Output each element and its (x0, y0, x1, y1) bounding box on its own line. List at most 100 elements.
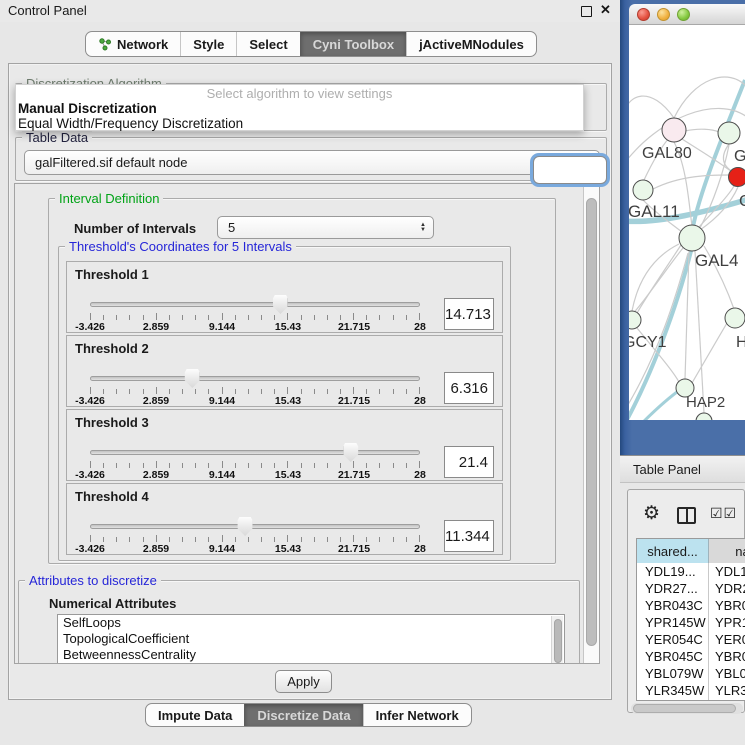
node-gal11[interactable] (633, 180, 653, 200)
slider-thumb[interactable] (273, 295, 288, 314)
threshold-2-slider[interactable]: -3.4262.8599.14415.4321.71528 (90, 364, 420, 406)
tab-infer-network[interactable]: Infer Network (363, 704, 471, 726)
table-row[interactable]: YBL079WYBL0 (637, 665, 745, 682)
tab-network[interactable]: Network (86, 32, 180, 56)
zoom-traffic-light[interactable] (677, 8, 690, 21)
column-header-name[interactable]: na (709, 539, 745, 563)
list-scrollbar[interactable] (551, 616, 563, 664)
slider-thumb[interactable] (238, 517, 253, 536)
slider-ticks (90, 461, 420, 468)
slider-thumb[interactable] (343, 443, 358, 462)
dropdown-item-equal-width-frequency[interactable]: Equal Width/Frequency Discretization (16, 116, 583, 131)
close-icon[interactable]: ✕ (600, 2, 611, 18)
minimize-traffic-light[interactable] (657, 8, 670, 21)
table-horizontal-scrollbar[interactable] (631, 703, 743, 714)
tab-jactivemnodules[interactable]: jActiveMNodules (406, 32, 536, 56)
slider-ticks (90, 313, 420, 320)
combobox-value: galFiltered.sif default node (35, 155, 187, 170)
node-label: GCY1 (629, 334, 667, 351)
node-h[interactable] (725, 308, 745, 328)
column-header-shared-name[interactable]: shared... (637, 539, 709, 563)
slider-track[interactable] (90, 450, 420, 455)
scrollbar-thumb[interactable] (554, 619, 562, 663)
table-header-row: shared... na (637, 539, 745, 563)
column-checkboxes-icon[interactable]: ☑☑ (710, 505, 737, 522)
table-row[interactable]: YIL052CYIL0 (637, 699, 745, 701)
network-canvas[interactable]: GAL80 GA C GAL11 GAL4 GCY1 H HAP2 (629, 25, 745, 420)
table-row[interactable]: YDR27...YDR2 (637, 580, 745, 597)
gear-icon[interactable]: ⚙ (643, 504, 660, 524)
tab-label: Impute Data (158, 708, 232, 723)
dropdown-item-manual-discretization[interactable]: Manual Discretization (16, 101, 583, 116)
slider-thumb[interactable] (185, 369, 200, 388)
numerical-attributes-label: Numerical Attributes (49, 596, 176, 611)
node-ga[interactable] (718, 122, 740, 144)
table-row[interactable]: YER054CYER0 (637, 631, 745, 648)
tab-label: Discretize Data (257, 708, 350, 723)
table-row[interactable]: YLR345WYLR3 (637, 682, 745, 699)
threshold-value-field[interactable]: 6.316 (444, 372, 494, 404)
node-selected-red[interactable] (729, 168, 745, 187)
tab-cyni-toolbox[interactable]: Cyni Toolbox (300, 32, 406, 56)
pane-scrollbar[interactable] (583, 184, 599, 663)
table-panel: ⚙ ☑☑ shared... na YDL19...YDL1YDR27...YD… (627, 489, 745, 713)
slider-ticks (90, 387, 420, 394)
table-row[interactable]: YBR043CYBR0 (637, 597, 745, 614)
scrollbar-thumb[interactable] (586, 198, 597, 646)
algorithm-combobox[interactable] (533, 156, 607, 184)
tab-style[interactable]: Style (180, 32, 236, 56)
spinner-arrows-icon: ▲▼ (420, 223, 426, 233)
tab-label: Infer Network (376, 708, 459, 723)
close-traffic-light[interactable] (637, 8, 650, 21)
network-window-titlebar[interactable] (629, 4, 745, 25)
node-label: GAL80 (642, 145, 692, 162)
table-panel-titlebar: Table Panel (620, 455, 745, 483)
slider-track[interactable] (90, 302, 420, 307)
control-panel-tabbar: Network Style Select Cyni Toolbox jActiv… (85, 31, 537, 57)
threshold-3-slider[interactable]: -3.4262.8599.14415.4321.71528 (90, 438, 420, 480)
node-label: GAL4 (695, 251, 738, 270)
table-row[interactable]: YPR145WYPR1 (637, 614, 745, 631)
cyni-toolbox-panel: Discretization Algorithm Table Data galF… (8, 63, 612, 700)
scrollbar-thumb[interactable] (633, 704, 736, 713)
threshold-4-slider[interactable]: -3.4262.8599.14415.4321.71528 (90, 512, 420, 554)
slider-track[interactable] (90, 524, 420, 529)
list-item[interactable]: TopologicalCoefficient (58, 631, 564, 647)
network-window: GAL80 GA C GAL11 GAL4 GCY1 H HAP2 (620, 0, 745, 455)
list-item[interactable]: BetweennessCentrality (58, 647, 564, 663)
node-label: H (736, 334, 745, 351)
group-title: Attributes to discretize (25, 573, 161, 588)
node-label: GA (734, 148, 745, 165)
tab-label: Cyni Toolbox (313, 37, 394, 52)
tab-label: jActiveMNodules (419, 37, 524, 52)
slider-track[interactable] (90, 376, 420, 381)
number-of-intervals-combobox[interactable]: 5 ▲▼ (217, 216, 434, 239)
node-gal4[interactable] (679, 225, 705, 251)
float-window-icon[interactable] (581, 6, 592, 17)
table-row[interactable]: YBR045CYBR0 (637, 648, 745, 665)
threshold-label: Threshold 1 (75, 267, 149, 282)
table-data-combobox[interactable]: galFiltered.sif default node ▲▼ (24, 150, 600, 175)
number-of-intervals-label: Number of Intervals (74, 221, 196, 236)
slider-tick-labels: -3.4262.8599.14415.4321.71528 (90, 469, 420, 481)
numerical-attributes-list: SelfLoopsTopologicalCoefficientBetweenne… (57, 614, 565, 664)
node-bottom[interactable] (696, 413, 712, 420)
list-item[interactable]: SelfLoops (58, 615, 564, 631)
slider-tick-labels: -3.4262.8599.14415.4321.71528 (90, 321, 420, 333)
node-gcy1[interactable] (629, 311, 641, 329)
node-attribute-table: shared... na YDL19...YDL1YDR27...YDR2YBR… (636, 538, 745, 701)
threshold-value-field[interactable]: 21.4 (444, 446, 494, 478)
table-panel-title: Table Panel (633, 462, 701, 477)
table-row[interactable]: YDL19...YDL1 (637, 563, 745, 580)
threshold-1-slider[interactable]: -3.4262.8599.14415.4321.71528 (90, 290, 420, 332)
threshold-value-field[interactable]: 11.344 (444, 520, 494, 552)
tab-select[interactable]: Select (236, 32, 299, 56)
threshold-label: Threshold 2 (75, 341, 149, 356)
tab-impute-data[interactable]: Impute Data (146, 704, 244, 726)
tab-discretize-data[interactable]: Discretize Data (244, 704, 362, 726)
control-panel-titlebar: Control Panel ✕ (0, 0, 620, 22)
threshold-value-field[interactable]: 14.713 (444, 298, 494, 330)
apply-button[interactable]: Apply (275, 670, 332, 693)
split-pane-icon[interactable] (677, 507, 696, 524)
node-gal80[interactable] (662, 118, 686, 142)
